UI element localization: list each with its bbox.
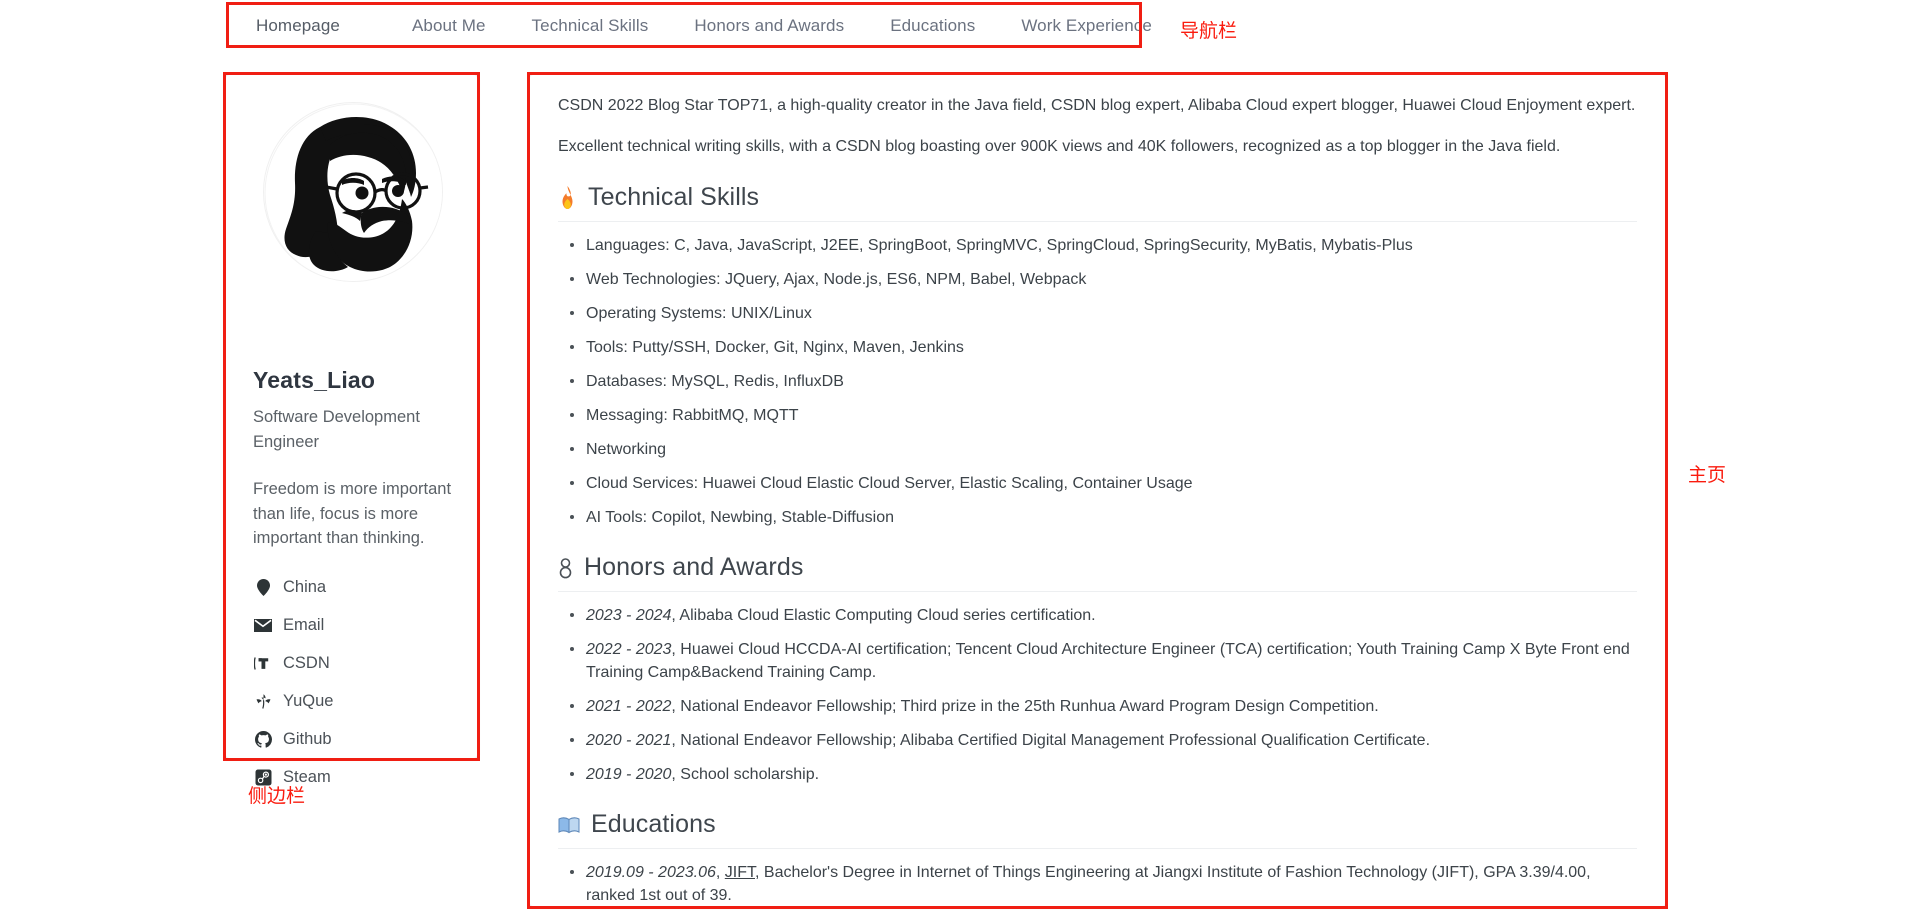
education-link-jift[interactable]: JIFT (725, 864, 755, 881)
list-item: AI Tools: Copilot, Newbing, Stable-Diffu… (570, 506, 1637, 529)
list-item: Tools: Putty/SSH, Docker, Git, Nginx, Ma… (570, 336, 1637, 359)
medal-emoji (558, 557, 573, 579)
sidebar-link-yuque[interactable]: YuQue (253, 686, 463, 717)
page-root: Homepage About Me Technical Skills Honor… (0, 0, 1920, 911)
main-content-card: CSDN 2022 Blog Star TOP71, a high-qualit… (529, 74, 1666, 907)
top-navigation: Homepage About Me Technical Skills Honor… (0, 0, 1920, 56)
nav-item-honors-and-awards[interactable]: Honors and Awards (694, 16, 844, 36)
award-year: 2021 - 2022 (586, 698, 672, 715)
sidebar-link-label: Github (283, 730, 332, 748)
sidebar-link-label: YuQue (283, 692, 334, 710)
award-year: 2022 - 2023 (586, 641, 672, 658)
github-icon (253, 731, 273, 749)
section-header-technical-skills: Technical Skills (558, 183, 1637, 222)
award-year: 2023 - 2024 (586, 607, 672, 624)
award-year: 2019 - 2020 (586, 766, 672, 783)
sidebar-link-china[interactable]: China (253, 572, 463, 603)
annotation-label-navigation: 导航栏 (1180, 20, 1238, 42)
sidebar-motto: Freedom is more important than life, foc… (253, 480, 452, 547)
sidebar-link-csdn[interactable]: CSDN (253, 648, 463, 679)
list-item: 2019.09 - 2023.06, JIFT, Bachelor's Degr… (570, 861, 1637, 906)
technical-skills-list: Languages: C, Java, JavaScript, J2EE, Sp… (558, 234, 1637, 529)
sidebar-links: China Email CSDN YuQue Github Steam (253, 572, 463, 800)
award-year: 2020 - 2021 (586, 732, 672, 749)
list-item: 2023 - 2024, Alibaba Cloud Elastic Compu… (570, 604, 1637, 627)
csdn-icon (253, 655, 273, 673)
list-item: Databases: MySQL, Redis, InfluxDB (570, 370, 1637, 393)
sidebar-link-label: Email (283, 616, 325, 634)
nav-item-technical-skills[interactable]: Technical Skills (532, 16, 649, 36)
section-title: Educations (591, 810, 716, 838)
section-header-honors-and-awards: Honors and Awards (558, 553, 1637, 592)
award-text: , National Endeavor Fellowship; Alibaba … (671, 732, 1431, 749)
list-item: Languages: C, Java, JavaScript, J2EE, Sp… (570, 234, 1637, 257)
intro-paragraph-1: CSDN 2022 Blog Star TOP71, a high-qualit… (558, 97, 1636, 114)
open-book-emoji (558, 816, 580, 834)
nav-item-work-experience[interactable]: Work Experience (1021, 16, 1152, 36)
section-title: Honors and Awards (584, 553, 804, 581)
annotation-label-main: 主页 (1688, 464, 1727, 486)
list-item: 2021 - 2022, National Endeavor Fellowshi… (570, 695, 1637, 718)
annotation-label-sidebar: 侧边栏 (248, 785, 306, 807)
list-item: 2019 - 2020, School scholarship. (570, 763, 1637, 786)
nav-item-about-me[interactable]: About Me (412, 16, 486, 36)
sidebar-link-label: CSDN (283, 654, 330, 672)
location-pin-icon (253, 579, 273, 597)
sidebar-link-email[interactable]: Email (253, 610, 463, 641)
main-content-inner: CSDN 2022 Blog Star TOP71, a high-qualit… (530, 75, 1665, 906)
award-text: , School scholarship. (671, 766, 820, 783)
envelope-icon (253, 617, 273, 635)
nav-item-homepage[interactable]: Homepage (256, 16, 340, 36)
sidebar-link-github[interactable]: Github (253, 724, 463, 755)
nav-item-educations[interactable]: Educations (890, 16, 975, 36)
list-item: Operating Systems: UNIX/Linux (570, 302, 1637, 325)
yuque-icon (253, 693, 273, 711)
intro-paragraph-2: Excellent technical writing skills, with… (558, 138, 1561, 155)
education-sep: , (715, 864, 725, 881)
avatar (263, 102, 443, 282)
award-text: , Huawei Cloud HCCDA-AI certification; T… (586, 641, 1630, 681)
sidebar-link-label: China (283, 578, 327, 596)
sidebar-role: Software Development Engineer (253, 408, 420, 451)
award-text: , National Endeavor Fellowship; Third pr… (671, 698, 1379, 715)
nav-bar: Homepage About Me Technical Skills Honor… (228, 3, 1152, 48)
fire-emoji (558, 186, 577, 209)
list-item: Networking (570, 438, 1637, 461)
honors-and-awards-list: 2023 - 2024, Alibaba Cloud Elastic Compu… (558, 604, 1637, 786)
educations-list: 2019.09 - 2023.06, JIFT, Bachelor's Degr… (558, 861, 1637, 906)
list-item: Cloud Services: Huawei Cloud Elastic Clo… (570, 472, 1637, 495)
list-item: 2020 - 2021, National Endeavor Fellowshi… (570, 729, 1637, 752)
list-item: 2022 - 2023, Huawei Cloud HCCDA-AI certi… (570, 638, 1637, 684)
list-item: Web Technologies: JQuery, Ajax, Node.js,… (570, 268, 1637, 291)
section-title: Technical Skills (588, 183, 760, 211)
list-item: Messaging: RabbitMQ, MQTT (570, 404, 1637, 427)
avatar-illustration (264, 103, 442, 281)
sidebar-card: Yeats_Liao Software Development Engineer… (225, 74, 478, 786)
education-year: 2019.09 - 2023.06 (586, 864, 716, 881)
sidebar-name: Yeats_Liao (253, 367, 376, 393)
award-text: , Alibaba Cloud Elastic Computing Cloud … (671, 607, 1096, 624)
section-header-educations: Educations (558, 810, 1637, 849)
